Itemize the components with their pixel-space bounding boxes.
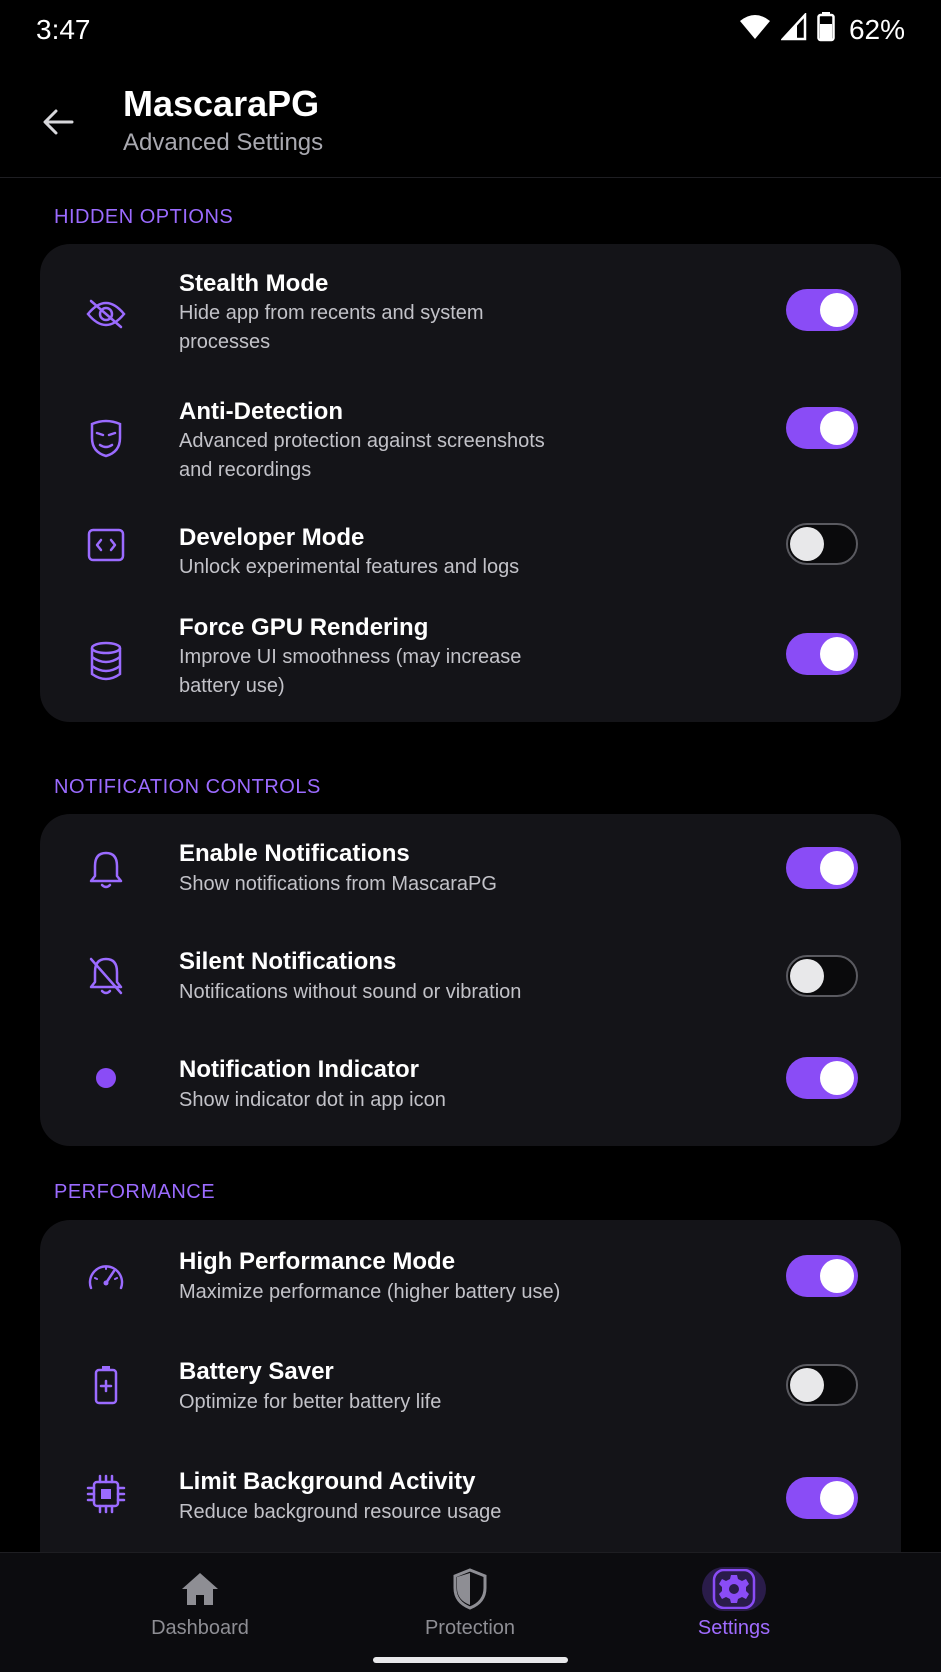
- nav-settings[interactable]: Settings: [634, 1567, 834, 1647]
- battery-percent: 62%: [848, 13, 905, 45]
- signal-icon: [780, 11, 807, 46]
- eye-off-icon: [84, 292, 128, 336]
- stealth-mode-toggle[interactable]: [786, 289, 858, 331]
- setting-description: Improve UI smoothness (may increase batt…: [179, 646, 522, 697]
- nav-protection[interactable]: Protection: [370, 1567, 570, 1647]
- setting-description: Optimize for better battery life: [179, 1391, 442, 1413]
- high-performance-toggle[interactable]: [786, 1255, 858, 1297]
- setting-title: Enable Notifications: [179, 840, 410, 867]
- battery-saver-toggle[interactable]: [786, 1364, 858, 1406]
- card-notification-controls: Enable Notifications Show notifications …: [40, 814, 901, 1146]
- setting-title: Notification Indicator: [179, 1056, 419, 1083]
- setting-description: Show indicator dot in app icon: [179, 1089, 446, 1111]
- wifi-icon: [739, 13, 771, 46]
- setting-title: Developer Mode: [179, 524, 365, 551]
- setting-stealth-mode[interactable]: Stealth Mode Hide app from recents and s…: [40, 244, 901, 374]
- setting-description: Notifications without sound or vibration: [179, 981, 522, 1003]
- card-hidden-options: Stealth Mode Hide app from recents and s…: [40, 244, 901, 722]
- developer-mode-toggle[interactable]: [786, 523, 858, 565]
- setting-anti-detection[interactable]: Anti-Detection Advanced protection again…: [40, 374, 901, 504]
- card-performance: High Performance Mode Maximize performan…: [40, 1220, 901, 1552]
- setting-description: Reduce background resource usage: [179, 1501, 502, 1523]
- shield-icon: [438, 1567, 502, 1611]
- database-icon: [84, 639, 128, 683]
- setting-description: Hide app from recents and system process…: [179, 302, 484, 353]
- setting-title: Battery Saver: [179, 1358, 334, 1385]
- dot-icon: [84, 1056, 128, 1100]
- chip-icon: [84, 1472, 128, 1516]
- section-header-notification-controls: NOTIFICATION CONTROLS: [54, 776, 321, 798]
- setting-description: Maximize performance (higher battery use…: [179, 1281, 561, 1303]
- code-icon: [84, 523, 128, 567]
- setting-title: High Performance Mode: [179, 1248, 456, 1275]
- mask-icon: [84, 416, 128, 460]
- battery-status-icon: [817, 12, 835, 47]
- nav-dashboard[interactable]: Dashboard: [100, 1567, 300, 1647]
- setting-force-gpu-rendering[interactable]: Force GPU Rendering Improve UI smoothnes…: [40, 614, 901, 722]
- app-title: MascaraPG: [123, 83, 320, 124]
- status-time: 3:47: [36, 14, 91, 45]
- bell-off-icon: [84, 954, 128, 998]
- app-bar: MascaraPG Advanced Settings: [0, 66, 941, 178]
- bell-icon: [84, 848, 128, 892]
- nav-label: Dashboard: [151, 1617, 249, 1639]
- setting-notification-indicator[interactable]: Notification Indicator Show indicator do…: [40, 1032, 901, 1146]
- arrow-back-icon: [43, 109, 74, 135]
- gear-icon: [702, 1567, 766, 1611]
- nav-label: Protection: [424, 1617, 516, 1639]
- home-icon: [168, 1567, 232, 1611]
- enable-notifications-toggle[interactable]: [786, 847, 858, 889]
- setting-battery-saver[interactable]: Battery Saver Optimize for better batter…: [40, 1330, 901, 1440]
- status-bar: 3:47 62%: [0, 0, 941, 66]
- setting-developer-mode[interactable]: Developer Mode Unlock experimental featu…: [40, 504, 901, 614]
- page-subtitle: Advanced Settings: [123, 129, 324, 156]
- force-gpu-toggle[interactable]: [786, 633, 858, 675]
- limit-background-toggle[interactable]: [786, 1477, 858, 1519]
- nav-label: Settings: [697, 1617, 771, 1639]
- anti-detection-toggle[interactable]: [786, 407, 858, 449]
- setting-silent-notifications[interactable]: Silent Notifications Notifications witho…: [40, 924, 901, 1032]
- status-icons: 62%: [739, 11, 905, 47]
- battery-icon: [84, 1363, 128, 1407]
- setting-title: Stealth Mode: [179, 270, 329, 297]
- settings-list[interactable]: HIDDEN OPTIONS Stealth Mode Hide app fro…: [0, 178, 941, 1552]
- setting-description: Advanced protection against screenshots …: [179, 430, 545, 481]
- setting-description: Unlock experimental features and logs: [179, 556, 520, 578]
- back-button[interactable]: [30, 94, 86, 150]
- setting-description: Show notifications from MascaraPG: [179, 873, 497, 895]
- home-indicator[interactable]: [373, 1657, 568, 1663]
- setting-title: Force GPU Rendering: [179, 614, 429, 641]
- setting-high-performance-mode[interactable]: High Performance Mode Maximize performan…: [40, 1220, 901, 1330]
- speedometer-icon: [84, 1254, 128, 1298]
- setting-title: Silent Notifications: [179, 948, 397, 975]
- setting-limit-background-activity[interactable]: Limit Background Activity Reduce backgro…: [40, 1440, 901, 1550]
- setting-title: Limit Background Activity: [179, 1468, 476, 1495]
- section-header-performance: PERFORMANCE: [54, 1181, 216, 1203]
- bottom-nav: Dashboard Protection Settings: [0, 1552, 941, 1672]
- setting-title: Anti-Detection: [179, 398, 343, 425]
- silent-notifications-toggle[interactable]: [786, 955, 858, 997]
- setting-enable-notifications[interactable]: Enable Notifications Show notifications …: [40, 814, 901, 924]
- section-header-hidden-options: HIDDEN OPTIONS: [54, 206, 234, 228]
- notification-indicator-toggle[interactable]: [786, 1057, 858, 1099]
